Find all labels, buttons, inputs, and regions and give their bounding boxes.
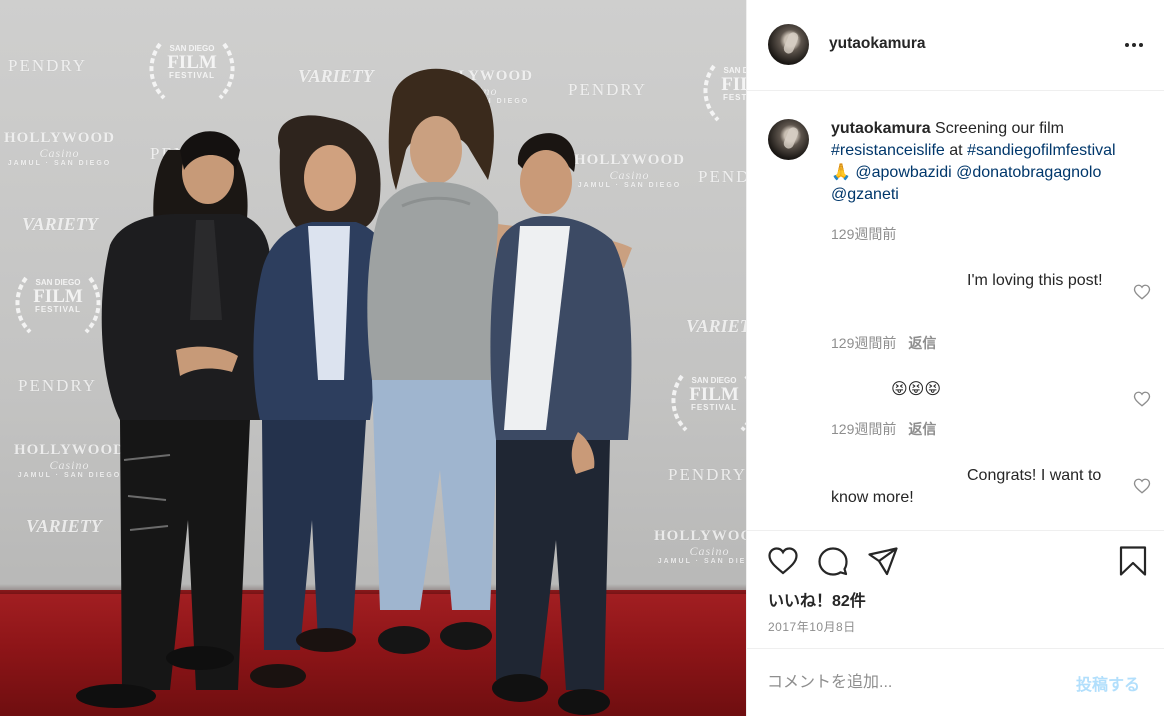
avatar[interactable] <box>768 119 809 160</box>
mention-link[interactable]: @gzaneti <box>831 186 899 203</box>
comment-timestamp[interactable]: 129週間前 <box>831 421 896 437</box>
comment-item: I'm loving this post! <box>831 270 1111 292</box>
comment-item: 😝😝😝 <box>831 379 1111 401</box>
person-2 <box>250 115 389 688</box>
comment-item: Congrats! I want to know more! <box>831 465 1111 509</box>
like-count[interactable]: いいね！82件 <box>768 587 866 611</box>
comment-meta: 129週間前 返信 <box>831 333 936 353</box>
share-paper-plane-icon[interactable] <box>867 545 899 577</box>
comment-like-heart-icon[interactable] <box>1133 283 1151 301</box>
reply-button[interactable]: 返信 <box>908 335 936 351</box>
mention-link[interactable]: @apowbazidi <box>855 164 951 181</box>
comment-like-heart-icon[interactable] <box>1133 390 1151 408</box>
post-actions: いいね！82件 2017年10月8日 <box>747 530 1164 648</box>
hashtag-link[interactable]: #resistanceislife <box>831 142 945 159</box>
bookmark-icon[interactable] <box>1117 545 1149 577</box>
comment-meta: 129週間前 返信 <box>831 419 936 439</box>
caption-text: at <box>944 142 968 159</box>
comment-text: Congrats! I want to know more! <box>831 467 1102 506</box>
person-1 <box>76 131 271 708</box>
caption-username[interactable]: yutaokamura <box>831 120 931 137</box>
add-comment-bar: 投稿する <box>747 648 1164 716</box>
caption-text: Screening our film <box>930 120 1064 137</box>
post-username[interactable]: yutaokamura <box>829 35 925 53</box>
person-4 <box>490 133 632 715</box>
post-detail-panel: yutaokamura yutaokamura Screening our fi… <box>746 0 1164 716</box>
comment-bubble-icon[interactable] <box>817 545 849 577</box>
like-heart-icon[interactable] <box>767 545 799 577</box>
hashtag-link[interactable]: #sandiegofilmfestival <box>967 142 1116 159</box>
more-options-icon[interactable] <box>1119 38 1149 52</box>
caption-timestamp[interactable]: 129週間前 <box>831 224 896 244</box>
mention-link[interactable]: @donatobragagnolo <box>956 164 1101 181</box>
comment-input[interactable] <box>767 669 1067 697</box>
comment-timestamp[interactable]: 129週間前 <box>831 335 896 351</box>
caption-emoji: 🙏 <box>831 164 851 181</box>
comment-text: 😝😝😝 <box>891 381 942 398</box>
post-caption: yutaokamura Screening our film #resistan… <box>831 118 1161 206</box>
comment-like-heart-icon[interactable] <box>1133 477 1151 495</box>
reply-button[interactable]: 返信 <box>908 421 936 437</box>
avatar[interactable] <box>768 24 809 65</box>
post-photo[interactable]: PENDRY PENDRY PENDRY PENDRY PENDRY PENDR… <box>0 0 746 716</box>
post-comment-button[interactable]: 投稿する <box>1076 671 1140 695</box>
comment-text: I'm loving this post! <box>967 272 1103 289</box>
people-figures <box>76 68 632 715</box>
post-header: yutaokamura <box>747 0 1164 91</box>
post-date[interactable]: 2017年10月8日 <box>768 618 856 635</box>
